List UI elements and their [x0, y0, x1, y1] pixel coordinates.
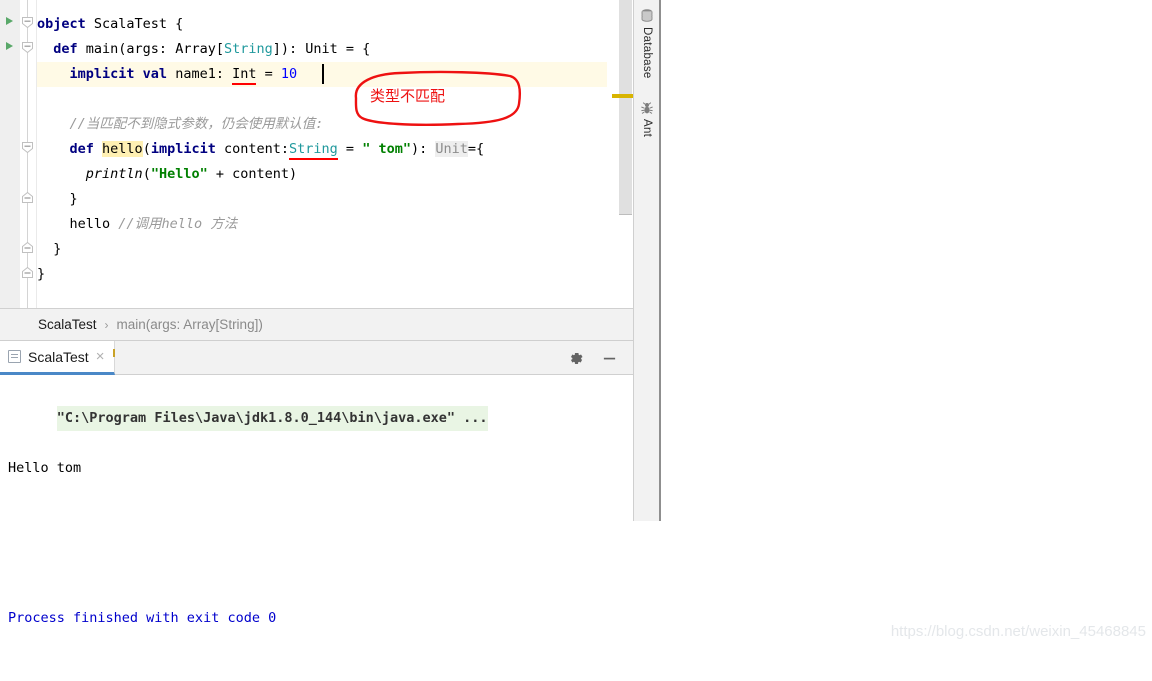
code-token: ( [143, 166, 151, 182]
code-token: "Hello" [151, 166, 208, 182]
watermark-url: https://blog.csdn.net/weixin_45468845 [891, 623, 1146, 640]
code-line[interactable]: hello //调用hello 方法 [37, 212, 237, 237]
console-tab-label: ScalaTest [28, 349, 89, 365]
code-token: + content) [208, 166, 297, 182]
code-content[interactable]: object ScalaTest { def main(args: Array[… [37, 0, 607, 308]
run-console-panel: ScalaTest × "C:\Program Fil [0, 341, 633, 521]
code-token: hello [102, 141, 143, 157]
tool-button-ant[interactable]: Ant [634, 100, 660, 137]
code-token: Unit [435, 141, 468, 157]
database-icon [639, 8, 655, 24]
fold-collapse-icon[interactable] [21, 141, 34, 154]
code-line[interactable]: println("Hello" + content) [37, 162, 297, 187]
tool-button-database-label: Database [641, 27, 653, 79]
breadcrumb-item-root[interactable]: ScalaTest [38, 317, 97, 332]
console-exit-line: Process finished with exit code 0 [8, 606, 633, 631]
code-token: String [224, 41, 273, 57]
editor-vertical-scrollbar[interactable] [607, 0, 633, 308]
scrollbar-error-marker[interactable] [612, 94, 633, 98]
right-tool-window-strip: Database Ant [633, 0, 661, 521]
code-token: 10 [281, 66, 297, 82]
tool-button-ant-label: Ant [641, 119, 653, 137]
code-token: hello [37, 216, 118, 232]
code-token: String [289, 141, 338, 157]
ide-window: object ScalaTest { def main(args: Array[… [0, 0, 661, 521]
code-line[interactable]: implicit val name1: Int = 10 [37, 62, 297, 87]
code-token: //调用hello 方法 [118, 216, 237, 232]
breadcrumb[interactable]: ScalaTest › main(args: Array[String]) [0, 308, 633, 341]
fold-expand-icon[interactable] [21, 266, 34, 279]
fold-expand-icon[interactable] [21, 191, 34, 204]
code-token: ): [411, 141, 435, 157]
code-token: println [86, 166, 143, 182]
code-token [37, 141, 70, 157]
code-token: ={ [468, 141, 484, 157]
code-line[interactable]: } [37, 262, 45, 287]
run-arrow-icon[interactable] [4, 16, 14, 26]
console-output[interactable]: "C:\Program Files\Java\jdk1.8.0_144\bin\… [0, 375, 633, 521]
run-arrow-icon[interactable] [4, 41, 14, 51]
code-token: main(args: Array[ [78, 41, 224, 57]
code-line[interactable]: //当匹配不到隐式参数，仍会使用默认值: [37, 112, 323, 137]
code-token: object [37, 16, 86, 32]
console-app-icon [8, 350, 21, 363]
tool-button-database[interactable]: Database [634, 8, 660, 79]
console-stdout-line: Hello tom [8, 456, 633, 481]
breadcrumb-separator-icon: › [105, 318, 109, 332]
code-token: ( [143, 141, 151, 157]
console-command-line: "C:\Program Files\Java\jdk1.8.0_144\bin\… [57, 406, 488, 431]
code-token: } [37, 191, 78, 207]
code-token [37, 116, 70, 132]
code-folding-strip[interactable] [20, 0, 36, 308]
code-token: } [37, 241, 61, 257]
code-editor[interactable]: object ScalaTest { def main(args: Array[… [0, 0, 633, 308]
fold-collapse-icon[interactable] [21, 16, 34, 29]
code-token: ScalaTest { [86, 16, 184, 32]
code-token: //当匹配不到隐式参数，仍会使用默认值: [70, 116, 324, 132]
console-tab-bar: ScalaTest × [0, 341, 633, 375]
code-token: Int [232, 66, 256, 82]
code-token: implicit val [70, 66, 168, 82]
code-token: } [37, 266, 45, 282]
code-token: def [70, 141, 94, 157]
code-token: name1: [167, 66, 232, 82]
code-token: = [338, 141, 362, 157]
fold-expand-icon[interactable] [21, 241, 34, 254]
code-line[interactable]: def hello(implicit content:String = " to… [37, 137, 484, 162]
console-toolbar [569, 341, 627, 375]
code-line[interactable]: object ScalaTest { [37, 12, 183, 37]
tab-pin-marker [113, 349, 115, 357]
code-token [37, 166, 86, 182]
code-token: def [53, 41, 77, 57]
tab-scalatest[interactable]: ScalaTest × [0, 341, 115, 375]
code-token [37, 41, 53, 57]
code-line[interactable]: } [37, 237, 61, 262]
code-token: " tom" [362, 141, 411, 157]
breadcrumb-item-method[interactable]: main(args: Array[String]) [117, 317, 263, 332]
scrollbar-thumb[interactable] [619, 0, 632, 215]
code-token: ]): Unit = { [273, 41, 371, 57]
ant-bug-icon [639, 100, 655, 116]
code-token [37, 66, 70, 82]
code-token: implicit [151, 141, 216, 157]
editor-gutter[interactable] [0, 0, 20, 308]
code-token [94, 141, 102, 157]
code-line[interactable]: } [37, 187, 78, 212]
text-caret [322, 64, 324, 84]
code-line[interactable]: def main(args: Array[String]): Unit = { [37, 37, 370, 62]
code-token: = [256, 66, 280, 82]
minimize-icon[interactable] [602, 351, 617, 366]
code-token: content: [216, 141, 289, 157]
fold-collapse-icon[interactable] [21, 41, 34, 54]
close-icon[interactable]: × [96, 349, 105, 364]
console-blank-line [8, 531, 633, 556]
gear-icon[interactable] [569, 351, 584, 366]
